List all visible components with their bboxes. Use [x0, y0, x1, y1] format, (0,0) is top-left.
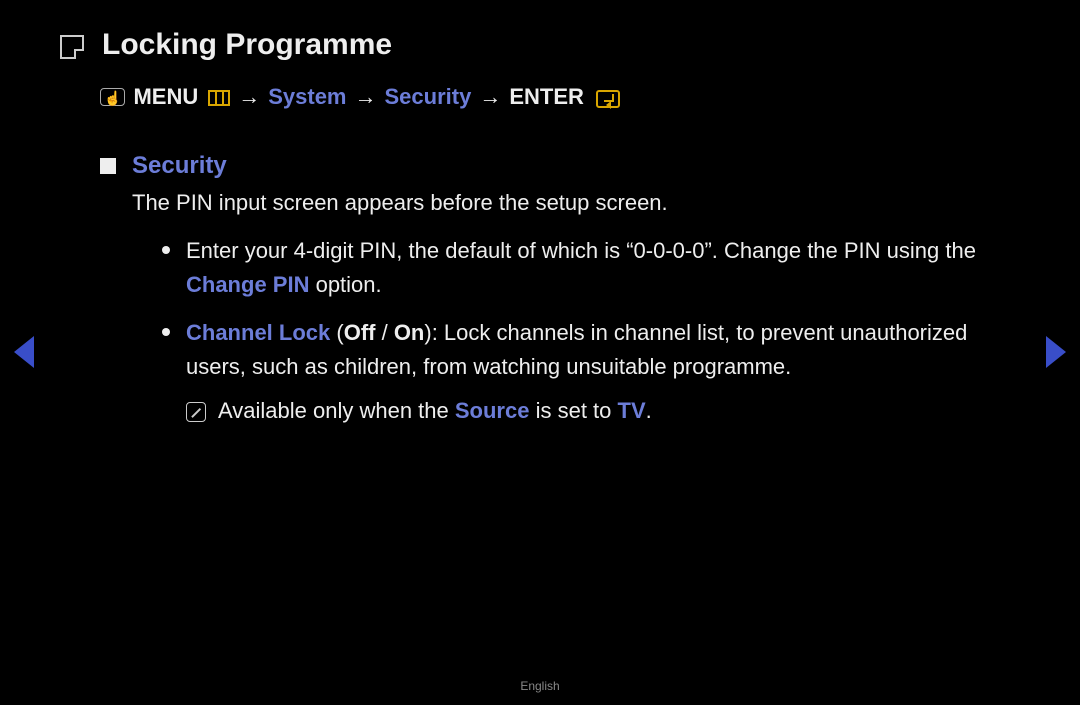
breadcrumb: ☝ MENU → System → Security → ENTER	[100, 84, 1020, 110]
section-description: The PIN input screen appears before the …	[132, 190, 1020, 216]
arrow-icon: →	[238, 84, 260, 110]
list-item: Enter your 4-digit PIN, the default of w…	[158, 234, 1020, 302]
hand-icon: ☝	[100, 88, 125, 106]
section-box-icon	[60, 35, 84, 59]
page-title-row: Locking Programme	[60, 28, 1020, 62]
list-item: Channel Lock (Off / On): Lock channels i…	[158, 316, 1020, 384]
tv-label: TV	[618, 398, 646, 423]
channel-lock-label: Channel Lock	[186, 320, 330, 345]
footer-language: English	[0, 679, 1080, 693]
arrow-icon: →	[355, 84, 377, 110]
bullet-text: Enter your 4-digit PIN, the default of w…	[186, 238, 976, 263]
next-page-arrow[interactable]	[1046, 336, 1066, 368]
breadcrumb-system: System	[268, 84, 346, 110]
square-bullet-icon	[100, 158, 116, 174]
section-heading-row: Security	[100, 152, 1020, 180]
bullet-text: option.	[309, 272, 381, 297]
bullet-text: (	[330, 320, 343, 345]
note-row: Available only when the Source is set to…	[186, 398, 1020, 424]
prev-page-arrow[interactable]	[14, 336, 34, 368]
enter-icon	[596, 90, 620, 108]
note-icon	[186, 402, 206, 422]
on-label: On	[394, 320, 425, 345]
breadcrumb-enter: ENTER	[509, 84, 584, 110]
source-label: Source	[455, 398, 530, 423]
off-label: Off	[344, 320, 376, 345]
breadcrumb-menu: MENU	[133, 84, 198, 110]
bullet-text: /	[375, 320, 393, 345]
section-heading: Security	[132, 152, 227, 180]
change-pin-label: Change PIN	[186, 272, 309, 297]
note-text: Available only when the Source is set to…	[218, 398, 652, 424]
breadcrumb-security: Security	[385, 84, 472, 110]
arrow-icon: →	[479, 84, 501, 110]
menu-grid-icon	[208, 90, 230, 106]
page-title: Locking Programme	[102, 28, 392, 62]
